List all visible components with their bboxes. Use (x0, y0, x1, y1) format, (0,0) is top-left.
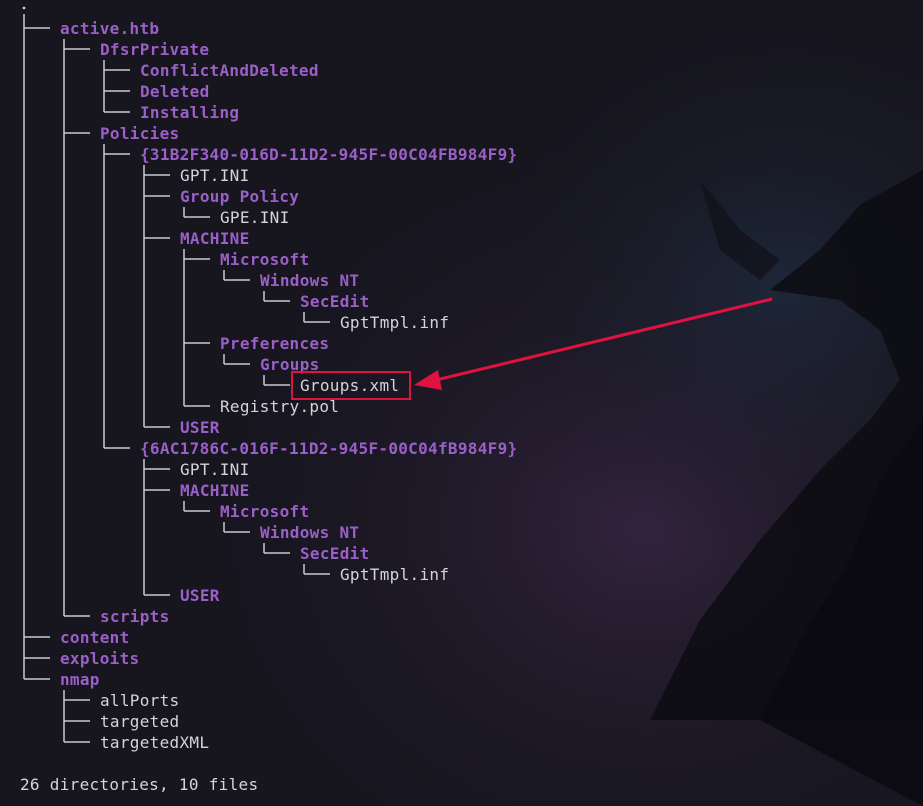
terminal-window: active.htb DfsrPrivate ConflictAndDelete… (0, 0, 923, 806)
annotation-arrow-icon (414, 297, 773, 390)
